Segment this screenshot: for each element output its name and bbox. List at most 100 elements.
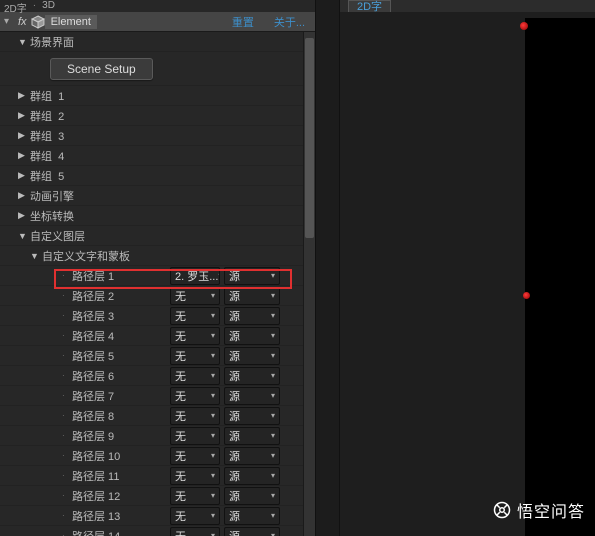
path-layer-label: 路径层 11 bbox=[72, 468, 164, 484]
chevron-down-icon: ▾ bbox=[211, 291, 215, 300]
chevron-down-icon: ▾ bbox=[271, 371, 275, 380]
tab-3d[interactable]: 3D bbox=[42, 0, 55, 11]
gutter bbox=[315, 0, 340, 536]
layer-select-dropdown[interactable]: 无▾ bbox=[170, 327, 220, 345]
path-layer-row: ·路径层 2 无▾源▾ bbox=[0, 286, 315, 306]
path-layer-label: 路径层 4 bbox=[72, 328, 164, 344]
bullet-icon: · bbox=[62, 371, 72, 380]
path-layer-row: ·路径层 3 无▾源▾ bbox=[0, 306, 315, 326]
chevron-down-icon: ▾ bbox=[271, 451, 275, 460]
about-link[interactable]: 关于... bbox=[274, 14, 305, 30]
layer-select-dropdown[interactable]: 无▾ bbox=[170, 367, 220, 385]
chevron-down-icon: ▾ bbox=[271, 491, 275, 500]
plugin-name[interactable]: Element bbox=[45, 15, 97, 29]
source-select-dropdown[interactable]: 源▾ bbox=[224, 407, 280, 425]
preview-tab[interactable]: 2D字 bbox=[348, 0, 391, 12]
path-layer-label: 路径层 12 bbox=[72, 488, 164, 504]
layer-select-dropdown[interactable]: 无▾ bbox=[170, 347, 220, 365]
scene-ui-header[interactable]: ▼ 场景界面 bbox=[0, 32, 315, 52]
layer-select-dropdown[interactable]: 无▾ bbox=[170, 467, 220, 485]
chevron-down-icon: ▾ bbox=[211, 311, 215, 320]
path-layer-row: ·路径层 7无▾源▾ bbox=[0, 386, 315, 406]
group-row[interactable]: ▶群组 2 bbox=[0, 106, 315, 126]
fx-bar: ▾ fx Element 重置 关于... bbox=[0, 12, 315, 32]
scene-setup-row: Scene Setup bbox=[0, 52, 315, 86]
source-select-dropdown[interactable]: 源▾ bbox=[224, 427, 280, 445]
tab-2d[interactable]: 2D字 bbox=[4, 0, 27, 15]
scene-setup-button[interactable]: Scene Setup bbox=[50, 58, 153, 80]
layer-select-dropdown[interactable]: 无▾ bbox=[170, 407, 220, 425]
reset-link[interactable]: 重置 bbox=[232, 14, 254, 30]
chevron-down-icon: ▾ bbox=[211, 491, 215, 500]
group-row[interactable]: ▶群组 4 bbox=[0, 146, 315, 166]
chevron-down-icon: ▾ bbox=[211, 351, 215, 360]
layer-select-dropdown[interactable]: 无▾ bbox=[170, 387, 220, 405]
path-layer-label: 路径层 13 bbox=[72, 508, 164, 524]
bullet-icon: · bbox=[62, 311, 72, 320]
source-select-dropdown[interactable]: 源▾ bbox=[224, 347, 280, 365]
path-layer-label: 路径层 3 bbox=[72, 308, 164, 324]
group-row[interactable]: ▶群组 3 bbox=[0, 126, 315, 146]
path-layer-row: ·路径层 12无▾源▾ bbox=[0, 486, 315, 506]
chevron-down-icon: ▼ bbox=[18, 231, 30, 241]
bullet-icon: · bbox=[62, 351, 72, 360]
chevron-down-icon: ▾ bbox=[271, 511, 275, 520]
anim-engine-row[interactable]: ▶动画引擎 bbox=[0, 186, 315, 206]
source-select-dropdown[interactable]: 源▾ bbox=[224, 287, 280, 305]
toggle-effect-icon[interactable]: ▾ bbox=[4, 16, 14, 27]
marker-dot-icon bbox=[520, 22, 528, 30]
path-layer-row: ·路径层 9无▾源▾ bbox=[0, 426, 315, 446]
layer-select-dropdown[interactable]: 无▾ bbox=[170, 307, 220, 325]
coord-transform-row[interactable]: ▶坐标转换 bbox=[0, 206, 315, 226]
path-layer-label: 路径层 1 bbox=[72, 268, 164, 284]
bullet-icon: · bbox=[62, 291, 72, 300]
source-select-dropdown[interactable]: 源▾ bbox=[224, 267, 280, 285]
path-layer-row: ·路径层 10无▾源▾ bbox=[0, 446, 315, 466]
bullet-icon: · bbox=[62, 471, 72, 480]
bullet-icon: · bbox=[62, 391, 72, 400]
chevron-down-icon: ▾ bbox=[271, 351, 275, 360]
chevron-down-icon: ▾ bbox=[271, 411, 275, 420]
chevron-right-icon: ▶ bbox=[18, 210, 30, 221]
source-select-dropdown[interactable]: 源▾ bbox=[224, 307, 280, 325]
source-select-dropdown[interactable]: 源▾ bbox=[224, 467, 280, 485]
path-layer-label: 路径层 14 bbox=[72, 528, 164, 536]
source-select-dropdown[interactable]: 源▾ bbox=[224, 387, 280, 405]
bullet-icon: · bbox=[62, 431, 72, 440]
chevron-down-icon: ▼ bbox=[18, 37, 30, 47]
layer-select-dropdown[interactable]: 无▾ bbox=[170, 447, 220, 465]
custom-layer-row[interactable]: ▼自定义图层 bbox=[0, 226, 315, 246]
layer-select-dropdown[interactable]: 无▾ bbox=[170, 427, 220, 445]
source-select-dropdown[interactable]: 源▾ bbox=[224, 527, 280, 536]
chevron-right-icon: ▶ bbox=[18, 170, 30, 181]
source-select-dropdown[interactable]: 源▾ bbox=[224, 487, 280, 505]
path-layer-row: ·路径层 11 无▾源▾ bbox=[0, 466, 315, 486]
custom-text-mask-row[interactable]: ▼自定义文字和蒙板 bbox=[0, 246, 315, 266]
layer-select-dropdown[interactable]: 无▾ bbox=[170, 287, 220, 305]
layer-select-dropdown[interactable]: 无▾ bbox=[170, 507, 220, 525]
layer-select-dropdown[interactable]: 2. 罗玉...▾ bbox=[170, 267, 220, 285]
fx-label: fx bbox=[18, 16, 27, 28]
bullet-icon: · bbox=[62, 531, 72, 536]
bullet-icon: · bbox=[62, 411, 72, 420]
source-select-dropdown[interactable]: 源▾ bbox=[224, 327, 280, 345]
chevron-down-icon: ▾ bbox=[271, 291, 275, 300]
path-layer-row: ·路径层 8无▾源▾ bbox=[0, 406, 315, 426]
path-layer-label: 路径层 2 bbox=[72, 288, 164, 304]
bullet-icon: · bbox=[62, 451, 72, 460]
preview-panel: 2D字 bbox=[340, 0, 595, 536]
source-select-dropdown[interactable]: 源▾ bbox=[224, 507, 280, 525]
source-select-dropdown[interactable]: 源▾ bbox=[224, 367, 280, 385]
group-row[interactable]: ▶群组 1 bbox=[0, 86, 315, 106]
path-layer-row: ·路径层 13无▾源▾ bbox=[0, 506, 315, 526]
group-row[interactable]: ▶群组 5 bbox=[0, 166, 315, 186]
layer-select-dropdown[interactable]: 无▾ bbox=[170, 527, 220, 536]
bullet-icon: · bbox=[62, 331, 72, 340]
source-select-dropdown[interactable]: 源▾ bbox=[224, 447, 280, 465]
path-layer-label: 路径层 6 bbox=[72, 368, 164, 384]
path-layer-label: 路径层 5 bbox=[72, 348, 164, 364]
scrollbar[interactable] bbox=[303, 32, 315, 536]
cube-icon bbox=[31, 15, 45, 29]
scrollbar-thumb[interactable] bbox=[305, 38, 314, 238]
layer-select-dropdown[interactable]: 无▾ bbox=[170, 487, 220, 505]
